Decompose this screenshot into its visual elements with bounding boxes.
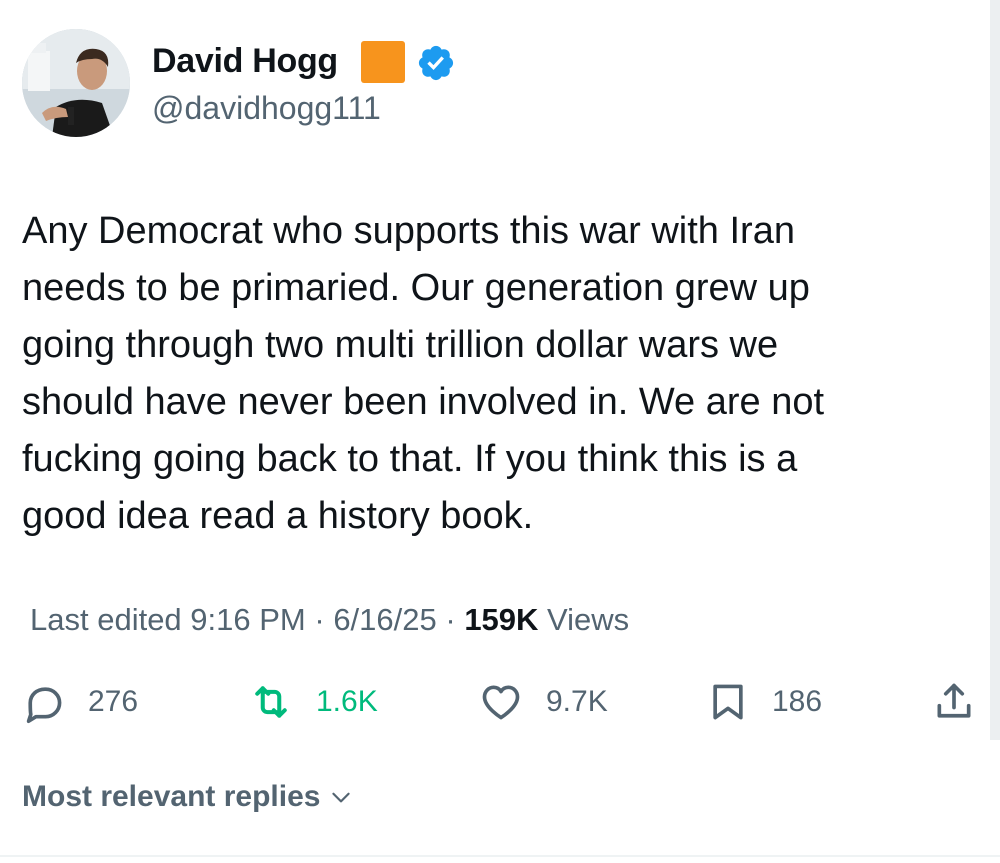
tweet-date[interactable]: 6/16/25 xyxy=(333,602,436,637)
divider xyxy=(0,855,1000,857)
tweet-text-line: needs to be primaried. Our generation gr… xyxy=(22,267,810,309)
bookmark-count: 186 xyxy=(772,685,823,718)
tweet-meta: Last edited 9:16 PM · 6/16/25 · 159K Vie… xyxy=(30,602,629,638)
tweet-text-line: going through two multi trillion dollar … xyxy=(22,324,779,366)
retweet-icon xyxy=(255,686,287,718)
verified-badge-icon[interactable] xyxy=(416,43,456,83)
tweet-text-line: good idea read a history book. xyxy=(22,495,534,537)
share-button[interactable] xyxy=(932,680,976,724)
replies-sort-label: Most relevant replies xyxy=(22,780,321,813)
reply-icon xyxy=(26,687,62,724)
chevron-down-icon xyxy=(332,792,351,803)
retweet-count: 1.6K xyxy=(316,685,378,718)
orange-square-emoji xyxy=(361,41,405,83)
avatar[interactable] xyxy=(22,29,130,137)
display-name[interactable]: David Hogg xyxy=(152,42,338,81)
reply-count: 276 xyxy=(88,685,139,718)
tweet-text-line: should have never been involved in. We a… xyxy=(22,381,825,423)
author-handle[interactable]: @davidhogg111 xyxy=(152,90,381,127)
scrollbar[interactable] xyxy=(990,0,1000,740)
heart-icon xyxy=(482,685,520,720)
tweet-time[interactable]: 9:16 PM xyxy=(190,602,305,637)
like-count: 9.7K xyxy=(546,685,608,718)
like-button[interactable]: 9.7K xyxy=(478,680,608,724)
tweet-text: Any Democrat who supports this war with … xyxy=(22,203,922,545)
meta-separator: · xyxy=(436,602,465,637)
share-icon xyxy=(937,683,971,718)
edited-label[interactable]: Last edited xyxy=(30,602,182,637)
tweet-text-line: fucking going back to that. If you think… xyxy=(22,438,798,480)
avatar-photo xyxy=(22,29,130,137)
bookmark-icon xyxy=(713,684,743,720)
views-label: Views xyxy=(547,602,630,637)
meta-separator: · xyxy=(305,602,334,637)
bookmark-button[interactable]: 186 xyxy=(706,680,822,724)
reply-button[interactable]: 276 xyxy=(22,680,138,724)
tweet-text-line: Any Democrat who supports this war with … xyxy=(22,210,795,252)
replies-sort-dropdown[interactable]: Most relevant replies xyxy=(22,780,354,814)
views-count: 159K xyxy=(464,602,539,637)
retweet-button[interactable]: 1.6K xyxy=(248,680,378,724)
